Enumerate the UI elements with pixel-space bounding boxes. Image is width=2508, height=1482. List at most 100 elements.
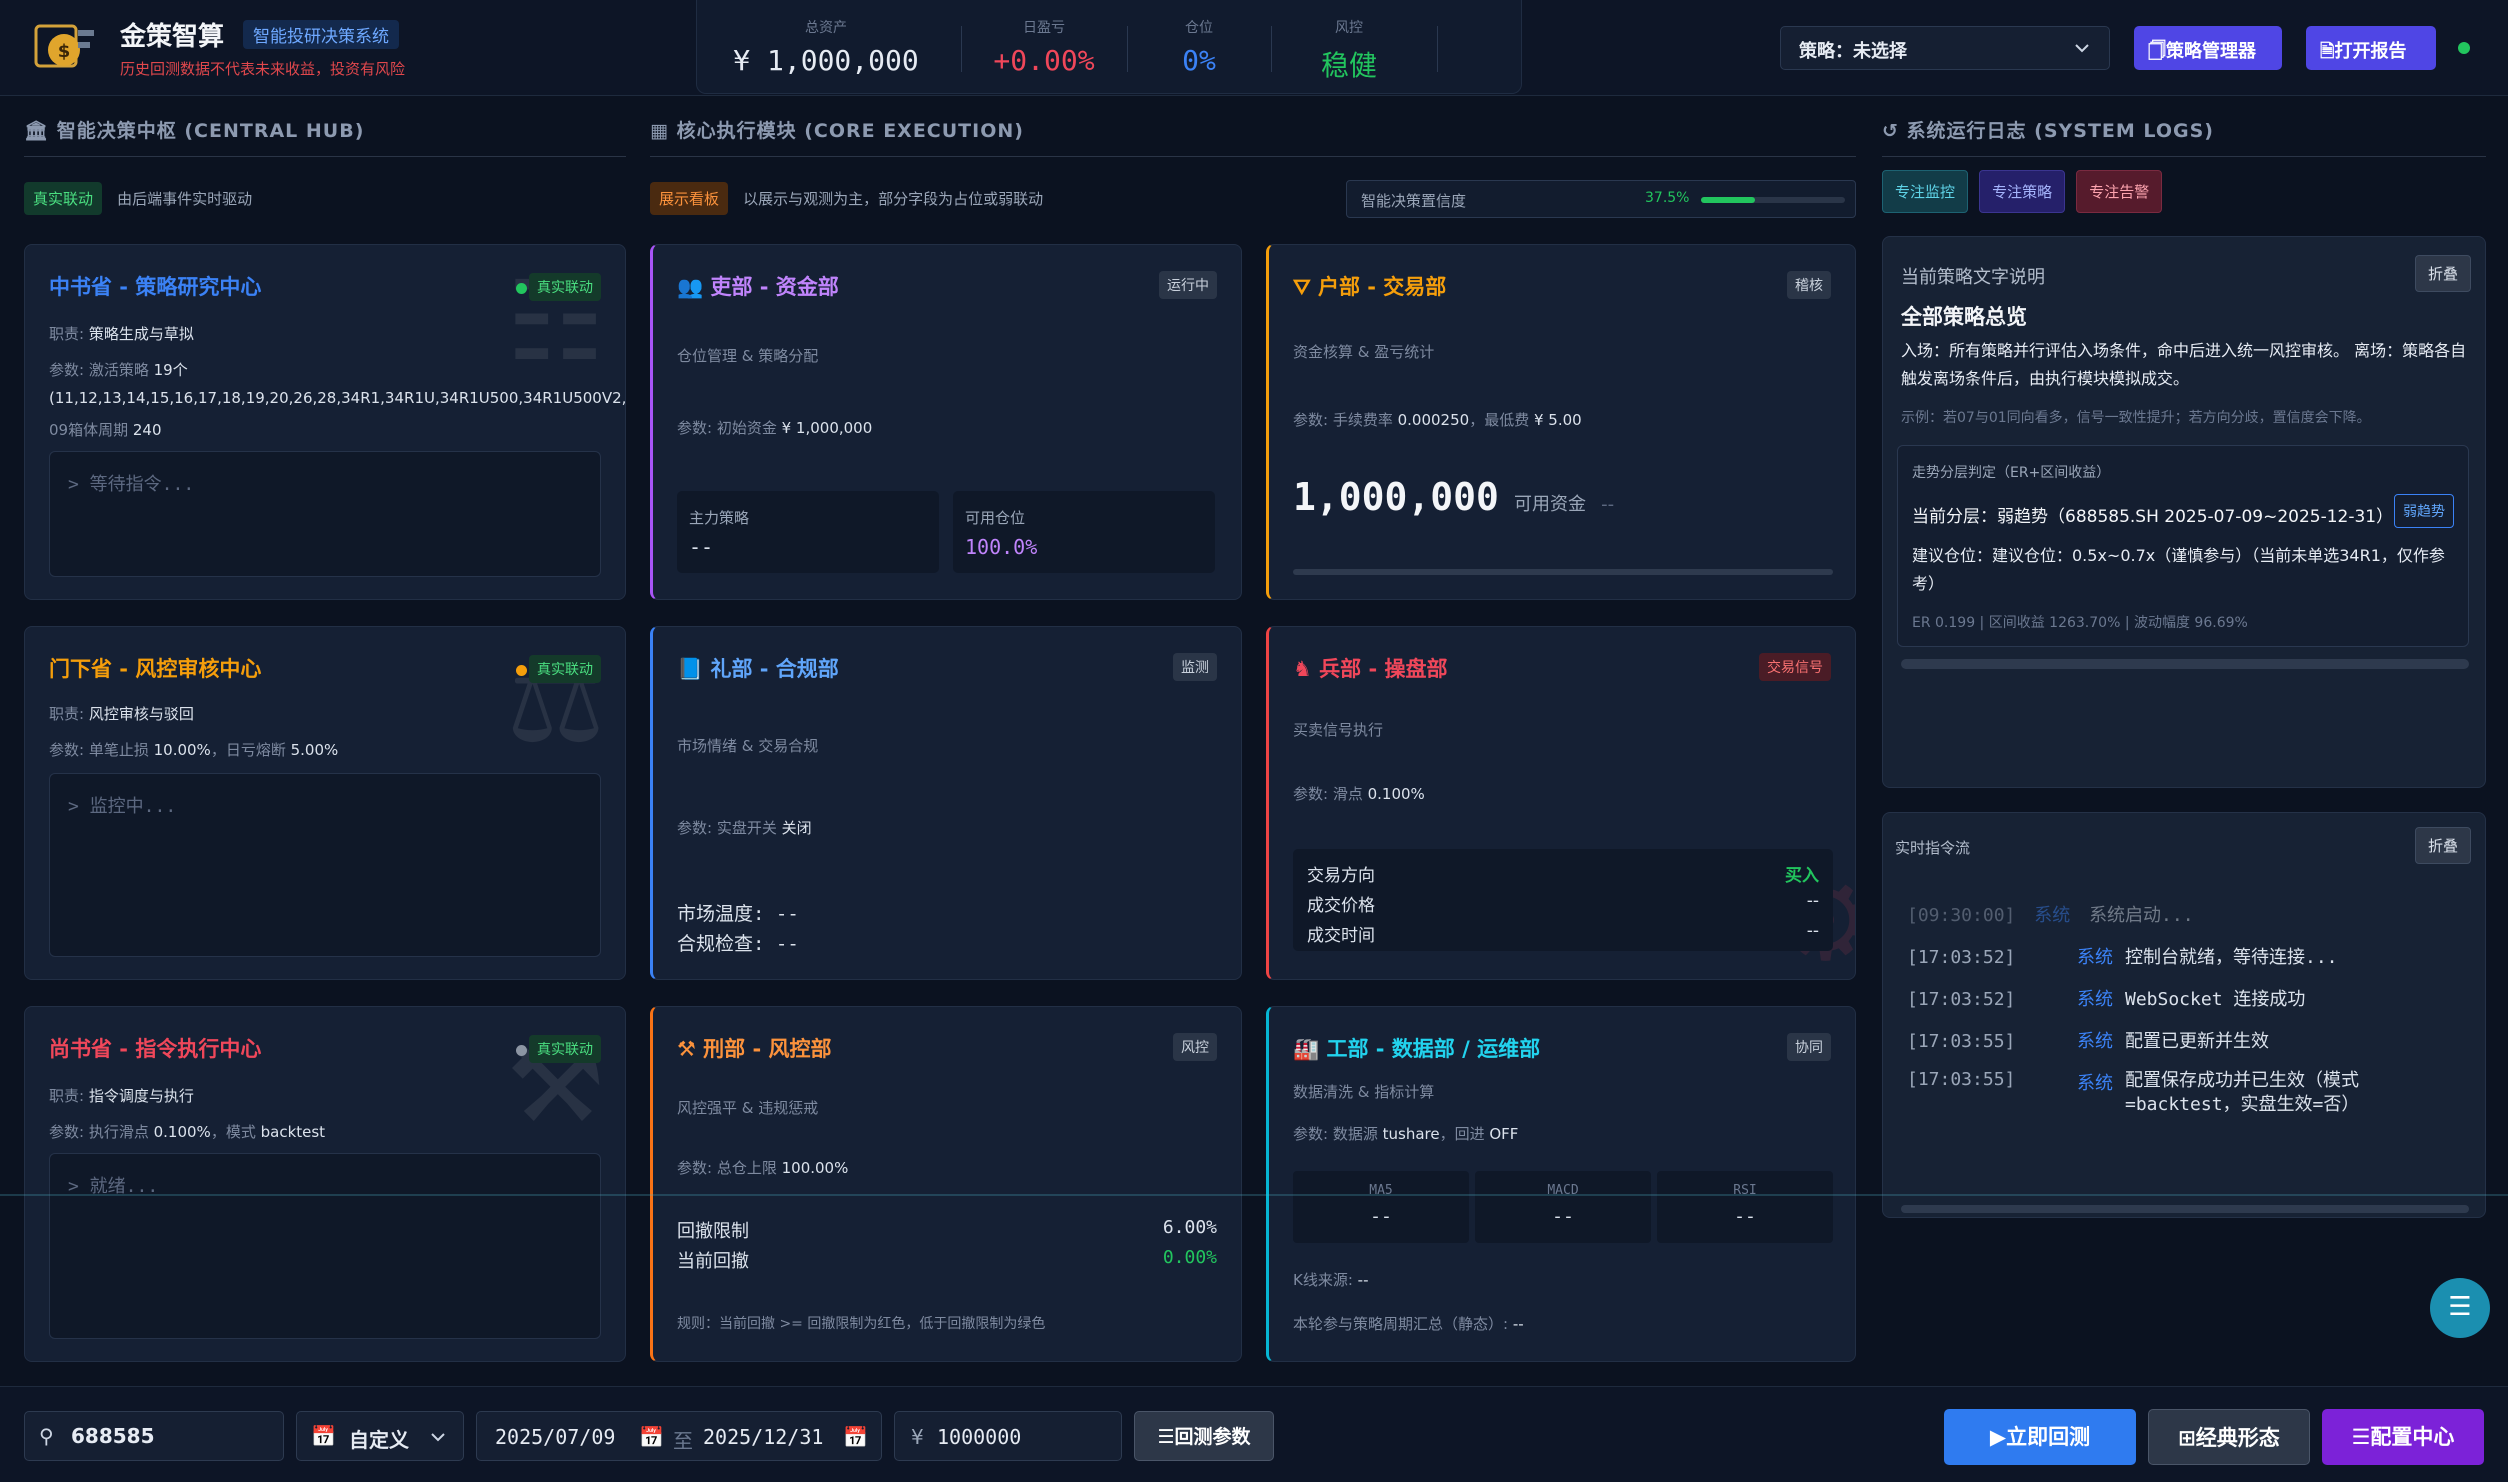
trend-badge: 弱趋势 xyxy=(2394,494,2454,528)
run-backtest-button[interactable]: ▶立即回测 xyxy=(1944,1409,2136,1465)
grid-icon: ▦ xyxy=(650,120,669,142)
card-title: ⛛ 户部 - 交易部 xyxy=(1293,275,1447,299)
factory-icon: 🏭 xyxy=(1293,1037,1320,1061)
bank-icon: 🏛 xyxy=(24,120,50,142)
main-strategy-box: 主力策略 -- xyxy=(677,491,939,573)
card-param: 参数: 数据源 tushare，回进 OFF xyxy=(1293,1125,1519,1143)
log-filter-row: 专注监控 专注策略 专注告警 xyxy=(1882,170,2163,213)
card-title: ⚒ 刑部 - 风控部 xyxy=(677,1037,832,1061)
confidence-meter: 智能决策置信度 37.5% xyxy=(1346,180,1856,218)
card-duty: 职责: 风控审核与驳回 xyxy=(49,705,194,723)
app-tagline: 智能投研决策系统 xyxy=(243,20,399,49)
chess-knight-icon: ♞ xyxy=(1293,657,1312,681)
card-li: 👥 吏部 - 资金部 运行中 仓位管理 & 策略分配 参数: 初始资金 ¥ 1,… xyxy=(650,244,1242,600)
trend-metrics: ER 0.199 | 区间收益 1263.70% | 波动幅度 96.69% xyxy=(1912,615,2248,631)
stat-total-assets: 总资产 ¥ 1,000,000 xyxy=(697,0,955,94)
stat-label: 日盈亏 xyxy=(1023,20,1065,36)
trade-info-box: 交易方向 买入 成交价格 -- 成交时间 -- xyxy=(1293,849,1833,951)
cycle-summary: 本轮参与策略周期汇总（静态）: -- xyxy=(1293,1315,1524,1333)
classic-patterns-button[interactable]: ⊞经典形态 xyxy=(2148,1409,2310,1465)
date-separator: 至 xyxy=(673,1429,693,1453)
fold-button[interactable]: 折叠 xyxy=(2414,255,2471,292)
config-center-button[interactable]: ☰配置中心 xyxy=(2322,1409,2484,1465)
symbol-search-input[interactable]: ⚲ 688585 xyxy=(24,1411,284,1461)
date-to[interactable]: 2025/12/31 xyxy=(703,1425,823,1449)
hub-section-header: 🏛 智能决策中枢 (CENTRAL HUB) xyxy=(24,120,365,142)
divider xyxy=(1127,26,1128,72)
log-entry: [17:03:55] 系统 配置保存成功并已生效（模式=backtest，实盘生效=… xyxy=(1907,1069,2360,1115)
settings-float-button[interactable]: ☰ xyxy=(2430,1278,2490,1338)
card-subtitle: 买卖信号执行 xyxy=(1293,721,1384,739)
period-select[interactable]: 📅 自定义 xyxy=(296,1411,464,1461)
app-name: 金策智算 xyxy=(120,22,225,52)
status-badge: 风控 xyxy=(1173,1033,1217,1061)
open-report-button[interactable]: 🗎打开报告 xyxy=(2306,26,2436,70)
divider xyxy=(1882,156,2486,157)
card-bing: ⚙ ♞ 兵部 - 操盘部 交易信号 买卖信号执行 参数: 滑点 0.100% 交… xyxy=(1266,626,1856,980)
panel-heading: 全部策略总览 xyxy=(1901,305,2027,329)
command-feed-panel: 实时指令流 折叠 [09:30:00] 系统 系统启动... [17:03:52… xyxy=(1882,812,2486,1218)
trade-time: -- xyxy=(1806,921,1819,941)
available-funds: 1,000,000 可用资金 -- xyxy=(1293,475,1615,519)
filter-strategy-button[interactable]: 专注策略 xyxy=(1979,170,2066,213)
file-icon: 🗍 xyxy=(2148,41,2166,62)
bottom-toolbar: ⚲ 688585 📅 自定义 2025/07/09 📅 至 2025/12/31… xyxy=(0,1386,2508,1482)
funds-progress xyxy=(1293,569,1833,575)
log-entry: [09:30:00] 系统 系统启动... xyxy=(1907,905,2194,926)
strategy-select[interactable]: 策略：未选择 xyxy=(1780,26,2110,70)
divider xyxy=(650,156,1856,157)
card-param: 参数: 激活策略 19个 xyxy=(49,361,188,379)
calendar-icon: 📅 xyxy=(639,1425,664,1449)
card-xing: ⚒ 刑部 - 风控部 风控 风控强平 & 违规惩戒 参数: 总仓上限 100.0… xyxy=(650,1006,1242,1362)
card-title: 门下省 - 风控审核中心 xyxy=(49,657,262,681)
card-param: 参数: 滑点 0.100% xyxy=(1293,785,1425,803)
card-gong: 🏭 工部 - 数据部 / 运维部 协同 数据清洗 & 指标计算 参数: 数据源 … xyxy=(1266,1006,1856,1362)
terminal-output: > 监控中... xyxy=(49,773,601,957)
hammer-icon: ⚒ xyxy=(677,1037,696,1061)
status-badge: 真实联动 xyxy=(529,273,601,301)
horizontal-scrollbar[interactable] xyxy=(1901,659,2469,669)
filter-monitor-button[interactable]: 专注监控 xyxy=(1882,170,1969,213)
capital-input[interactable]: ¥ 1000000 xyxy=(894,1411,1122,1461)
sliders-icon: ☰ xyxy=(2351,1425,2371,1449)
hub-tag-row: 真实联动 由后端事件实时驱动 xyxy=(24,182,252,215)
divider xyxy=(961,26,962,72)
indicator-macd: MACD -- xyxy=(1475,1171,1651,1243)
horizontal-scrollbar[interactable] xyxy=(1901,1205,2469,1213)
panel-example: 示例：若07与01同向看多，信号一致性提升；若方向分歧，置信度会下降。 xyxy=(1901,410,2371,426)
coins-icon: ⛛ xyxy=(1293,275,1311,299)
stat-value: ¥ 1,000,000 xyxy=(733,44,919,77)
chevron-down-icon xyxy=(431,1433,445,1442)
display-tag: 展示看板 xyxy=(650,182,729,215)
date-from[interactable]: 2025/07/09 xyxy=(495,1425,615,1449)
connection-status-dot xyxy=(2458,42,2470,54)
card-title: 中书省 - 策略研究中心 xyxy=(49,275,262,299)
stat-value: +0.00% xyxy=(993,44,1095,77)
divider xyxy=(1437,26,1438,72)
confidence-label: 智能决策置信度 xyxy=(1361,192,1467,210)
history-icon: ↺ xyxy=(1882,120,1899,142)
card-shangshu: ⚒ 尚书省 - 指令执行中心 真实联动 职责: 指令调度与执行 参数: 执行滑点… xyxy=(24,1006,626,1362)
confidence-value: 37.5% xyxy=(1645,190,1690,206)
confidence-track xyxy=(1701,197,1845,203)
divider xyxy=(24,156,626,157)
sliders-icon: ☰ xyxy=(1157,1426,1175,1448)
card-lib: 📘 礼部 - 合规部 监测 市场情绪 & 交易合规 参数: 实盘开关 关闭 市场… xyxy=(650,626,1242,980)
filter-alert-button[interactable]: 专注告警 xyxy=(2076,170,2163,213)
stat-label: 风控 xyxy=(1335,20,1363,36)
fold-button[interactable]: 折叠 xyxy=(2414,827,2471,864)
compliance-check: 合规检查: -- xyxy=(677,933,799,955)
current-drawdown: 0.00% xyxy=(1162,1247,1217,1268)
card-param: 参数: 单笔止损 10.00%，日亏熔断 5.00% xyxy=(49,741,339,759)
indicator-rsi: RSI -- xyxy=(1657,1171,1833,1243)
terminal-output: > 等待指令... xyxy=(49,451,601,577)
stat-label: 仓位 xyxy=(1185,20,1213,36)
date-range-input[interactable]: 2025/07/09 📅 至 2025/12/31 📅 xyxy=(476,1411,882,1461)
backtest-params-button[interactable]: ☰回测参数 xyxy=(1134,1411,1274,1461)
svg-text:$: $ xyxy=(58,41,71,62)
sliders-icon: ☰ xyxy=(2448,1292,2472,1322)
strategy-manager-button[interactable]: 🗍策略管理器 xyxy=(2134,26,2282,70)
status-dot xyxy=(516,1045,527,1056)
trend-advice: 建议仓位：建议仓位：0.5x~0.7x（谨慎参与）（当前未单选34R1，仅作参考… xyxy=(1912,546,2445,593)
stat-value: 稳健 xyxy=(1320,49,1377,82)
